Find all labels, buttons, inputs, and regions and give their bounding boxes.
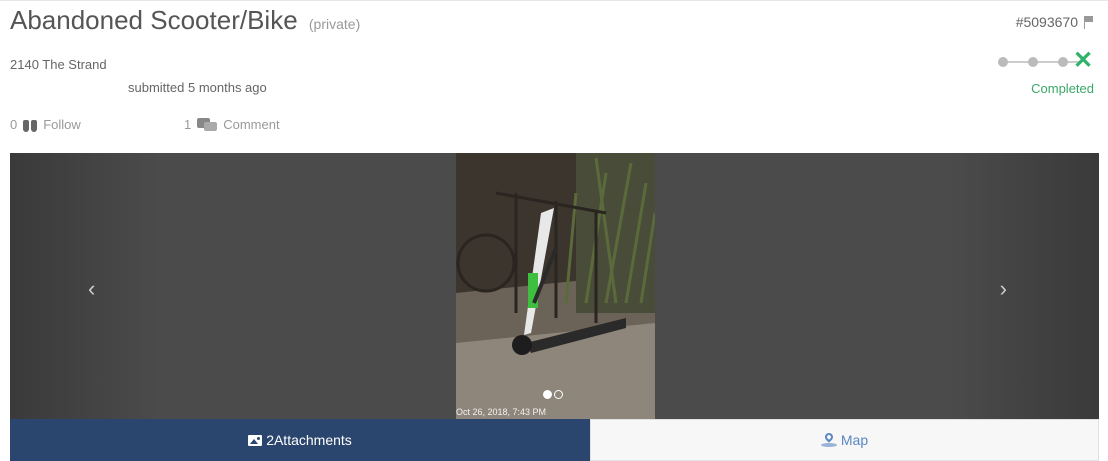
tab-map[interactable]: Map	[590, 419, 1099, 461]
photo-carousel: ‹ › Oct 26, 2018, 7:43 PM	[10, 153, 1099, 419]
image-icon	[248, 434, 263, 446]
carousel-indicator[interactable]	[543, 390, 552, 399]
carousel-prev-button[interactable]: ‹	[88, 278, 95, 300]
status-step-dot	[1028, 57, 1038, 67]
carousel-next-button[interactable]: ›	[1000, 278, 1007, 300]
map-marker-icon	[820, 433, 837, 447]
status-steps: ✕	[998, 47, 1094, 74]
carousel-side-shade	[949, 153, 1099, 419]
tab-attachments[interactable]: 2Attachments	[10, 419, 590, 461]
flag-icon[interactable]	[1084, 15, 1094, 29]
tab-attachments-label: 2Attachments	[266, 432, 352, 448]
follow-count: 0	[10, 117, 18, 132]
tools-icon: ✕	[1072, 47, 1094, 74]
follow-button[interactable]: 0 Follow	[10, 117, 81, 132]
status-step-dot	[998, 57, 1008, 67]
comments-icon	[197, 117, 218, 132]
request-address: 2140 The Strand	[10, 57, 107, 72]
status-tracker: ✕ Completed	[994, 47, 1094, 100]
top-divider	[0, 0, 1108, 1]
photo-timestamp: Oct 26, 2018, 7:43 PM	[456, 407, 547, 417]
status-label: Completed	[1031, 81, 1094, 96]
carousel-indicator[interactable]	[554, 390, 563, 399]
carousel-indicators	[543, 390, 563, 399]
page-title: Abandoned Scooter/Bike (private)	[10, 5, 360, 36]
follow-label: Follow	[43, 117, 81, 132]
status-line	[1004, 61, 1082, 63]
comment-count: 1	[184, 117, 192, 132]
carousel-side-shade	[10, 153, 160, 419]
tab-map-label: Map	[840, 432, 869, 448]
ticket-id-area: #5093670	[1016, 14, 1094, 30]
binoculars-icon	[23, 118, 38, 132]
status-step-dot	[1058, 57, 1068, 67]
scooter-photo-illustration	[456, 153, 655, 419]
request-type-title: Abandoned Scooter/Bike	[10, 5, 298, 35]
visibility-label: (private)	[308, 16, 361, 32]
ticket-id: #5093670	[1015, 14, 1078, 30]
view-tabs: 2Attachments Map	[10, 419, 1099, 461]
attachment-photo[interactable]	[456, 153, 655, 419]
comment-label: Comment	[223, 117, 280, 132]
submitted-time: submitted 5 months ago	[128, 80, 267, 95]
comment-button[interactable]: 1 Comment	[184, 117, 280, 132]
